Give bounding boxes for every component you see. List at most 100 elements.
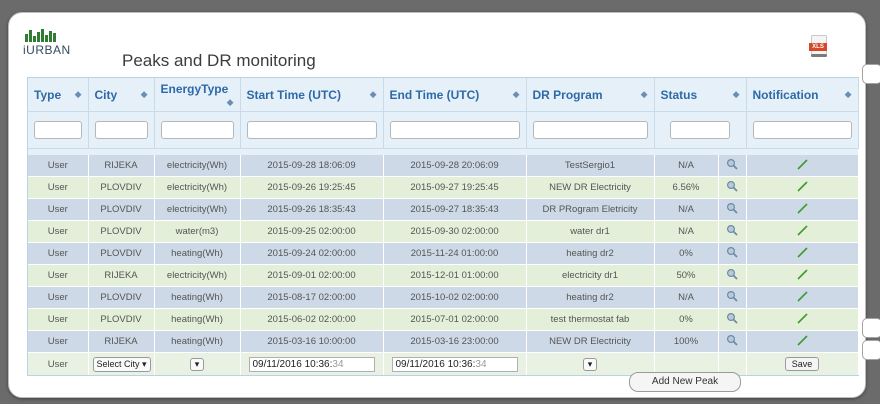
magnifier-icon[interactable]	[726, 180, 738, 192]
table-row[interactable]: User PLOVDIV heating(Wh) 2015-09-24 02:00:0…	[28, 242, 859, 265]
cell-details	[718, 330, 747, 353]
dr-program-select[interactable]: ▾	[582, 357, 598, 371]
edit-pencil-icon[interactable]	[796, 246, 808, 258]
edit-pencil-icon[interactable]	[796, 158, 808, 170]
magnifier-icon[interactable]	[726, 246, 738, 258]
cell-status: N/A	[654, 220, 719, 243]
col-header-dr-program[interactable]: DR Program ◆	[526, 78, 655, 112]
cell-details	[718, 220, 747, 243]
cell-notification	[746, 308, 859, 331]
cell-end: 2015-07-01 02:00:00	[383, 308, 527, 331]
cell-city: RIJEKA	[88, 330, 155, 353]
edit-pencil-icon[interactable]	[796, 224, 808, 236]
col-header-notification[interactable]: Notification ◆	[746, 78, 859, 112]
cell-type: User	[28, 242, 89, 265]
edit-pencil-icon[interactable]	[796, 334, 808, 346]
cell-city: PLOVDIV	[88, 242, 155, 265]
cell-details	[718, 176, 747, 199]
cell-notification	[746, 198, 859, 221]
magnifier-icon[interactable]	[726, 158, 738, 170]
cell-status: N/A	[654, 286, 719, 309]
end-time-input[interactable]: 09/11/2016 10:36:34	[391, 356, 518, 372]
cell-city: PLOVDIV	[88, 220, 155, 243]
cell-details	[718, 286, 747, 309]
side-handle-top[interactable]	[862, 64, 880, 84]
filter-end-time-input[interactable]	[389, 121, 520, 139]
cell-energy: heating(Wh)	[154, 242, 241, 265]
city-select[interactable]: Select City ▾	[92, 356, 151, 372]
add-new-peak-button[interactable]: Add New Peak	[629, 372, 741, 392]
logo-bars-icon	[25, 29, 73, 42]
energytype-select[interactable]: ▾	[189, 357, 205, 371]
cell-start: 2015-03-16 10:00:00	[240, 330, 384, 353]
filter-dr-program-input[interactable]	[532, 121, 648, 139]
side-handle-mid[interactable]	[862, 318, 880, 338]
filter-notification-input[interactable]	[752, 121, 852, 139]
cell-program: NEW DR Electricity	[526, 176, 655, 199]
sort-icon: ◆	[226, 96, 234, 107]
cell-end: 2015-12-01 01:00:00	[383, 264, 527, 287]
filter-energytype-input[interactable]	[160, 121, 234, 139]
magnifier-icon[interactable]	[726, 224, 738, 236]
filter-type-input[interactable]	[34, 121, 82, 139]
magnifier-icon[interactable]	[726, 312, 738, 324]
cell-notification	[746, 155, 859, 177]
table-row[interactable]: User RIJEKA electricity(Wh) 2015-09-01 02:0…	[28, 264, 859, 287]
col-header-energytype[interactable]: EnergyType ◆	[154, 78, 241, 112]
cell-notification	[746, 264, 859, 287]
xls-export-icon[interactable]: XLS	[809, 35, 827, 57]
col-header-status[interactable]: Status ◆	[654, 78, 747, 112]
cell-city: PLOVDIV	[88, 286, 155, 309]
filter-city-input[interactable]	[94, 121, 148, 139]
edit-pencil-icon[interactable]	[796, 312, 808, 324]
col-header-start-time[interactable]: Start Time (UTC) ◆	[240, 78, 384, 112]
col-header-type[interactable]: Type ◆	[28, 78, 89, 112]
sort-icon: ◆	[140, 88, 148, 99]
magnifier-icon[interactable]	[726, 334, 738, 346]
col-header-city[interactable]: City ◆	[88, 78, 155, 112]
table-row[interactable]: User PLOVDIV electricity(Wh) 2015-09-26 19:…	[28, 176, 859, 199]
magnifier-icon[interactable]	[726, 202, 738, 214]
sort-icon: ◆	[74, 88, 82, 99]
edit-pencil-icon[interactable]	[796, 268, 808, 280]
magnifier-icon[interactable]	[726, 290, 738, 302]
logo-text: iURBAN	[23, 43, 71, 57]
magnifier-icon[interactable]	[726, 268, 738, 280]
cell-status: N/A	[654, 198, 719, 221]
cell-start: 2015-09-01 02:00:00	[240, 264, 384, 287]
table-row[interactable]: User RIJEKA electricity(Wh) 2015-09-28 18:0…	[28, 155, 859, 177]
table-row[interactable]: User RIJEKA heating(Wh) 2015-03-16 10:00:00…	[28, 330, 859, 353]
table-row[interactable]: User PLOVDIV heating(Wh) 2015-08-17 02:00:0…	[28, 286, 859, 309]
cell-start: 2015-06-02 02:00:00	[240, 308, 384, 331]
cell-program: electricity dr1	[526, 264, 655, 287]
start-time-input[interactable]: 09/11/2016 10:36:34	[248, 356, 375, 372]
cell-notification	[746, 220, 859, 243]
save-button[interactable]: Save	[784, 357, 820, 371]
cell-type: User	[28, 308, 89, 331]
cell-energy: heating(Wh)	[154, 286, 241, 309]
edit-pencil-icon[interactable]	[796, 180, 808, 192]
cell-energy: electricity(Wh)	[154, 198, 241, 221]
side-handle-bottom[interactable]	[862, 340, 880, 360]
sort-icon: ◆	[732, 88, 740, 99]
filter-start-time-input[interactable]	[246, 121, 377, 139]
edit-pencil-icon[interactable]	[796, 290, 808, 302]
cell-end: 2015-09-27 19:25:45	[383, 176, 527, 199]
cell-end: 2015-11-24 01:00:00	[383, 242, 527, 265]
cell-type: User	[28, 330, 89, 353]
cell-details	[718, 308, 747, 331]
cell-status: 50%	[654, 264, 719, 287]
table-row[interactable]: User PLOVDIV heating(Wh) 2015-06-02 02:00:0…	[28, 308, 859, 331]
filter-status-input[interactable]	[670, 121, 730, 139]
table-row[interactable]: User PLOVDIV electricity(Wh) 2015-09-26 18:…	[28, 198, 859, 221]
edit-pencil-icon[interactable]	[796, 202, 808, 214]
cell-start: 2015-09-28 18:06:09	[240, 155, 384, 177]
cell-end: 2015-10-02 02:00:00	[383, 286, 527, 309]
filter-row	[28, 111, 859, 149]
table-row[interactable]: User PLOVDIV water(m3) 2015-09-25 02:00:00 2…	[28, 220, 859, 243]
col-header-end-time[interactable]: End Time (UTC) ◆	[383, 78, 527, 112]
cell-city: PLOVDIV	[88, 198, 155, 221]
cell-program: DR PRogram Eletricity	[526, 198, 655, 221]
cell-start: 2015-09-24 02:00:00	[240, 242, 384, 265]
cell-status: 100%	[654, 330, 719, 353]
